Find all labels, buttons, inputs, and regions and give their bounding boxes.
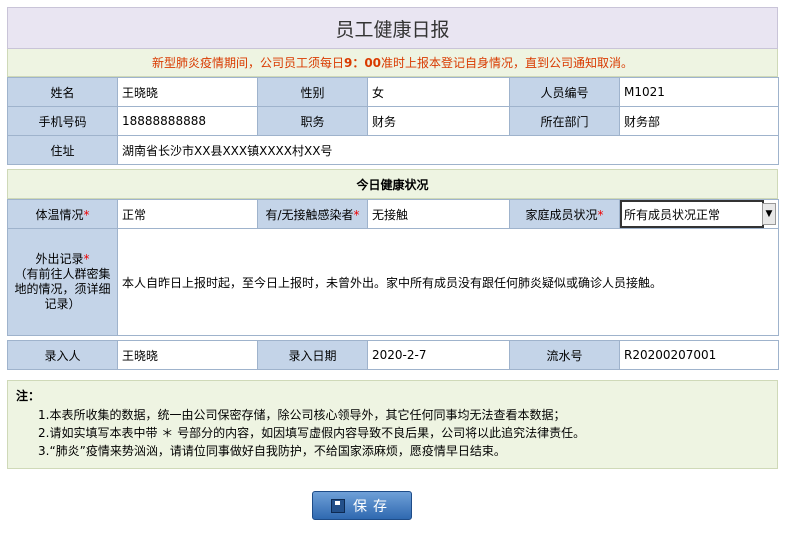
table-row: 住址 湖南省长沙市XX县XXX镇XXXX村XX号 — [7, 135, 779, 165]
save-button[interactable]: 保存 — [312, 491, 412, 520]
empno-value: M1021 — [619, 77, 779, 107]
position-value: 财务 — [367, 106, 510, 136]
floppy-disk-icon — [331, 498, 345, 513]
empno-label: 人员编号 — [509, 77, 620, 107]
phone-label: 手机号码 — [7, 106, 118, 136]
notice-time: 9：00 — [343, 56, 382, 70]
family-label: 家庭成员状况* — [509, 199, 620, 229]
position-label: 职务 — [257, 106, 368, 136]
chevron-down-icon[interactable]: ▼ — [762, 203, 776, 225]
outing-label-text: 外出记录 — [35, 252, 84, 266]
required-mark: * — [597, 207, 604, 222]
notes-heading: 注： — [16, 389, 41, 403]
name-value: 王晓晓 — [117, 77, 258, 107]
family-label-text: 家庭成员状况 — [525, 207, 598, 222]
address-label: 住址 — [7, 135, 118, 165]
serial-value: R20200207001 — [619, 340, 779, 370]
name-label: 姓名 — [7, 77, 118, 107]
family-select-value: 所有成员状况正常 — [624, 207, 721, 222]
contact-label-text: 有/无接触感染者 — [265, 207, 354, 222]
table-row: 录入人 王晓晓 录入日期 2020-2-7 流水号 R20200207001 — [7, 340, 779, 370]
dept-label: 所在部门 — [509, 106, 620, 136]
table-row: 姓名 王晓晓 性别 女 人员编号 M1021 — [7, 77, 779, 107]
family-cell: 所有成员状况正常 ▼ — [619, 199, 779, 229]
contact-label: 有/无接触感染者* — [257, 199, 368, 229]
save-button-label: 保存 — [353, 498, 393, 515]
gender-label: 性别 — [257, 77, 368, 107]
note-item-3: 3.“肺炎”疫情来势汹汹，请请位同事做好自我防护，不给国家添麻烦，愿疫情早日结束… — [38, 444, 506, 458]
notice-banner: 新型肺炎疫情期间，公司员工须每日 9：00 准时上报本登记自身情况，直到公司通知取消… — [7, 49, 778, 77]
record-table: 录入人 王晓晓 录入日期 2020-2-7 流水号 R20200207001 — [7, 340, 779, 370]
health-report-form: 员工健康日报 新型肺炎疫情期间，公司员工须每日 9：00 准时上报本登记自身情况，直… — [7, 7, 779, 469]
family-select[interactable]: 所有成员状况正常 ▼ — [620, 200, 776, 228]
note-item-2: 2.请如实填写本表中带 ＊ 号部分的内容，如因填写虚假内容导致不良后果，公司将以… — [38, 426, 586, 440]
health-table: 体温情况* 正常 有/无接触感染者* 无接触 家庭成员状况* 所有成员状况正常 … — [7, 199, 779, 336]
date-value: 2020-2-7 — [367, 340, 510, 370]
serial-label: 流水号 — [509, 340, 620, 370]
table-row: 体温情况* 正常 有/无接触感染者* 无接触 家庭成员状况* 所有成员状况正常 … — [7, 199, 779, 229]
dept-value: 财务部 — [619, 106, 779, 136]
outing-label: 外出记录* （有前往人群密集地的情况，须详细记录） — [7, 228, 118, 336]
outing-hint: （有前往人群密集地的情况，须详细记录） — [14, 267, 111, 311]
notice-text-before: 新型肺炎疫情期间，公司员工须每日 — [151, 56, 344, 70]
notes-panel: 注： 1.本表所收集的数据，统一由公司保密存储，除公司核心领导外，其它任何同事均… — [7, 380, 778, 469]
phone-value: 18888888888 — [117, 106, 258, 136]
address-value: 湖南省长沙市XX县XXX镇XXXX村XX号 — [117, 135, 779, 165]
gender-value: 女 — [367, 77, 510, 107]
entry-value: 王晓晓 — [117, 340, 258, 370]
required-mark: * — [353, 207, 360, 222]
entry-label: 录入人 — [7, 340, 118, 370]
notice-text-after: 准时上报本登记自身情况，直到公司通知取消。 — [381, 56, 634, 70]
basic-info-table: 姓名 王晓晓 性别 女 人员编号 M1021 手机号码 18888888888 … — [7, 77, 779, 165]
outing-textarea[interactable]: 本人自昨日上报时起，至今日上报时，未曾外出。家中所有成员没有跟任何肺炎疑似或确诊… — [117, 228, 779, 336]
temp-label-text: 体温情况 — [35, 207, 84, 222]
temp-label: 体温情况* — [7, 199, 118, 229]
temp-input[interactable]: 正常 — [117, 199, 258, 229]
health-section-title: 今日健康状况 — [7, 169, 778, 199]
required-mark: * — [83, 207, 90, 222]
contact-input[interactable]: 无接触 — [367, 199, 510, 229]
table-row: 外出记录* （有前往人群密集地的情况，须详细记录） 本人自昨日上报时起，至今日上… — [7, 228, 779, 336]
page-title: 员工健康日报 — [7, 7, 778, 49]
date-label: 录入日期 — [257, 340, 368, 370]
note-item-1: 1.本表所收集的数据，统一由公司保密存储，除公司核心领导外，其它任何同事均无法查… — [38, 408, 566, 422]
required-mark: * — [83, 252, 90, 266]
table-row: 手机号码 18888888888 职务 财务 所在部门 财务部 — [7, 106, 779, 136]
